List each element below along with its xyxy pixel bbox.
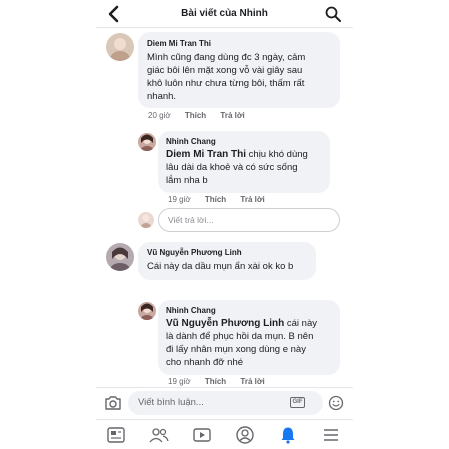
comment-text: Vũ Nguyễn Phương Linh cái này là dành để… [166, 318, 317, 368]
like-button[interactable]: Thích [185, 111, 206, 120]
comment-meta: 20 giờ Thích Trả lời [148, 111, 257, 120]
comment-author[interactable]: Vũ Nguyễn Phương Linh [147, 248, 307, 257]
menu-icon [324, 429, 338, 441]
comment-bubble: Vũ Nguyễn Phương Linh Cái này da dầu mụn… [138, 242, 316, 280]
comment-text: Diem Mi Tran Thi chịu khó dùng lâu dài d… [166, 149, 308, 186]
mention-link[interactable]: Vũ Nguyễn Phương Linh [166, 318, 284, 329]
tab-profile[interactable] [234, 424, 256, 446]
post-comments-screen: Bài viết của Nhinh Diem Mi Tran Thi Mình… [96, 0, 353, 449]
search-icon[interactable] [325, 6, 341, 22]
tab-friends[interactable] [148, 424, 170, 446]
comment-author[interactable]: Nhinh Chang [166, 306, 332, 315]
avatar [138, 212, 154, 228]
comment-meta: 19 giờ Thích Trả lời [168, 195, 277, 204]
like-button[interactable]: Thích [205, 377, 226, 386]
friends-icon [149, 428, 169, 443]
comment-meta: 19 giờ Thích Trả lời [168, 377, 277, 386]
comment-composer: Viết bình luận... GIF [96, 387, 353, 417]
comment-author[interactable]: Nhinh Chang [166, 137, 322, 146]
profile-icon [236, 426, 254, 444]
mention-link[interactable]: Diem Mi Tran Thi [166, 149, 246, 160]
reply-button[interactable]: Trả lời [240, 195, 264, 204]
reply-bubble: Nhinh Chang Diem Mi Tran Thi chịu khó dù… [158, 131, 330, 193]
reply-button[interactable]: Trả lời [240, 377, 264, 386]
bell-icon [281, 427, 295, 444]
header-bar: Bài viết của Nhinh [96, 0, 353, 28]
tab-menu[interactable] [320, 424, 342, 446]
bottom-tab-bar [96, 419, 353, 449]
tab-feed[interactable] [105, 424, 127, 446]
camera-icon[interactable] [104, 395, 122, 411]
emoji-icon[interactable] [328, 395, 344, 411]
comment-time: 19 giờ [168, 377, 191, 386]
comment-bubble: Diem Mi Tran Thi Mình cũng đang dùng đc … [138, 32, 340, 108]
like-button[interactable]: Thích [205, 195, 226, 204]
video-icon [193, 427, 211, 442]
avatar[interactable] [138, 133, 156, 151]
page-title: Bài viết của Nhinh [181, 8, 268, 19]
comment-time: 20 giờ [148, 111, 171, 120]
avatar[interactable] [106, 33, 134, 61]
feed-icon [107, 427, 125, 443]
tab-watch[interactable] [191, 424, 213, 446]
avatar[interactable] [106, 243, 134, 271]
gif-icon[interactable]: GIF [290, 397, 305, 408]
reply-bubble: Nhinh Chang Vũ Nguyễn Phương Linh cái nà… [158, 300, 340, 375]
reply-button[interactable]: Trả lời [220, 111, 244, 120]
comment-text: Mình cũng đang dùng đc 3 ngày, cảm giác … [147, 52, 306, 102]
comment-author[interactable]: Diem Mi Tran Thi [147, 39, 331, 48]
reply-input[interactable]: Viết trả lời... [158, 208, 340, 232]
comment-text: Cái này da dầu mụn ẩn xài ok ko b [147, 261, 294, 272]
avatar[interactable] [138, 302, 156, 320]
comment-time: 19 giờ [168, 195, 191, 204]
tab-notifications[interactable] [277, 424, 299, 446]
